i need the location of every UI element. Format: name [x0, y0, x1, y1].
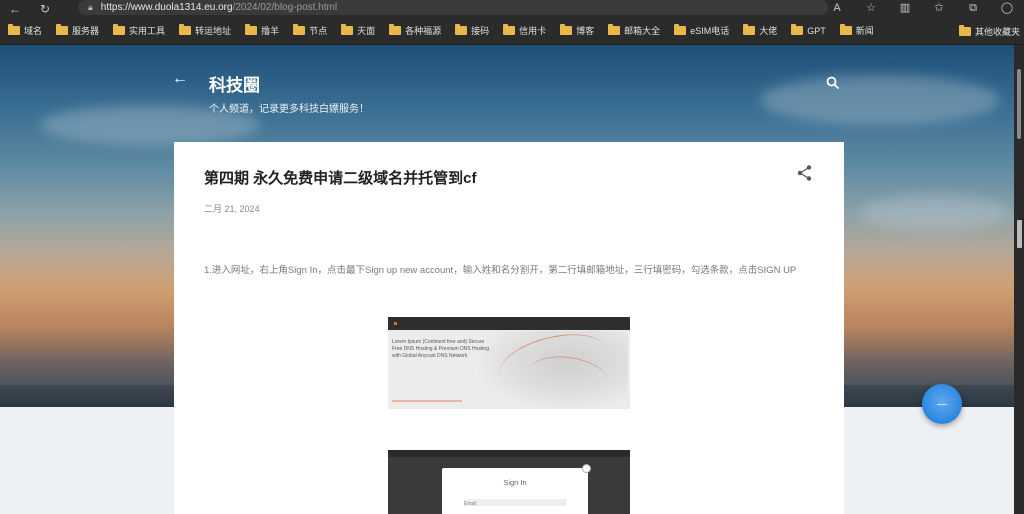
share-icon[interactable] — [796, 164, 814, 182]
screenshot-header — [388, 317, 630, 330]
url-path: /2024/02/blog-post.html — [232, 2, 338, 13]
blog-description: 个人频道，记录更多科技白嫖服务！ — [209, 104, 369, 115]
email-field — [464, 499, 566, 506]
other-bookmarks[interactable]: 其他收藏夹 — [952, 17, 1020, 44]
bookmark-folder[interactable]: 信用卡 — [503, 24, 546, 37]
read-aloud-icon[interactable]: A — [820, 0, 854, 17]
screenshot-divider — [392, 400, 462, 402]
page-viewport: ← 科技圈 个人频道，记录更多科技白嫖服务！ 第四期 永久免费申请二级域名并托管… — [0, 45, 1014, 514]
folder-icon — [56, 24, 69, 35]
floating-action-button[interactable] — [922, 384, 962, 424]
folder-icon — [743, 24, 756, 35]
bookmark-folder[interactable]: 转运地址 — [179, 24, 231, 37]
search-icon[interactable] — [826, 76, 840, 90]
folder-icon — [791, 24, 804, 35]
post-screenshot-2[interactable]: Sign In Email — [388, 450, 630, 514]
screenshot-text: Lorem Ipsum (Continent free and) Secure … — [392, 339, 489, 359]
folder-icon — [179, 24, 192, 35]
back-arrow-icon[interactable]: ← — [172, 71, 188, 87]
folder-icon — [674, 24, 687, 35]
folder-icon — [389, 24, 402, 35]
fab-icon — [937, 404, 947, 405]
split-screen-icon[interactable]: ▥ — [888, 0, 922, 17]
back-arrow-icon[interactable]: ← — [0, 0, 30, 17]
bookmark-folder[interactable]: 实用工具 — [113, 24, 165, 37]
sign-in-title: Sign In — [503, 478, 527, 487]
close-icon — [582, 464, 591, 473]
bookmark-folder[interactable]: 服务器 — [56, 24, 99, 37]
refresh-icon[interactable]: ↻ — [30, 0, 60, 17]
post-screenshot-1[interactable]: Lorem Ipsum (Continent free and) Secure … — [388, 317, 630, 409]
bookmark-folder[interactable]: 接码 — [455, 24, 489, 37]
bookmark-folder[interactable]: 邮箱大全 — [608, 24, 660, 37]
bookmark-folder[interactable]: 新闻 — [839, 24, 874, 37]
folder-icon — [958, 24, 971, 36]
bookmark-folder[interactable]: 撸羊 — [245, 24, 279, 37]
blog-title[interactable]: 科技圈 — [209, 71, 260, 96]
screenshot-logo-mark — [394, 322, 397, 325]
lock-icon: 🔒︎ — [88, 2, 93, 12]
browser-toolbar: ← ↻ 🔒︎ https://www.duola1314.eu.org /202… — [0, 0, 1024, 17]
folder-icon — [293, 24, 306, 35]
sign-in-modal: Sign In Email — [442, 464, 591, 514]
bookmark-folder[interactable]: 域名 — [8, 24, 42, 37]
folder-icon — [341, 24, 354, 35]
post-card: 第四期 永久免费申请二级域名并托管到cf 二月 21, 2024 1.进入网址，… — [174, 142, 844, 514]
folder-icon — [113, 24, 126, 35]
folder-icon — [503, 24, 516, 35]
favorite-star-icon[interactable]: ☆ — [854, 0, 888, 17]
folder-icon — [455, 24, 468, 35]
profile-icon[interactable]: ◯ — [990, 0, 1024, 17]
collections-icon[interactable]: ⧉ — [956, 0, 990, 17]
folder-icon — [839, 24, 852, 35]
email-label: Email — [464, 501, 477, 507]
bookmark-folder[interactable]: 各种福源 — [389, 24, 441, 37]
background-cloud — [860, 195, 1010, 231]
post-title: 第四期 永久免费申请二级域名并托管到cf — [204, 170, 477, 187]
post-date: 二月 21, 2024 — [204, 204, 260, 214]
folder-icon — [608, 24, 621, 35]
bookmark-folder[interactable]: eSIM电话 — [674, 24, 729, 37]
bookmark-folder[interactable]: 大佬 — [743, 24, 777, 37]
scrollbar-thumb[interactable] — [1017, 69, 1021, 139]
background-cloud — [760, 75, 1000, 125]
url-host: https://www.duola1314.eu.org — [100, 2, 233, 13]
folder-icon — [8, 24, 20, 35]
folder-icon — [245, 24, 258, 35]
scrollbar-marker — [1017, 220, 1022, 248]
bookmark-folder[interactable]: 天面 — [341, 24, 375, 37]
folder-icon — [560, 24, 573, 35]
screenshot-header — [388, 450, 630, 457]
favorites-icon[interactable]: ✩ — [922, 0, 956, 17]
post-paragraph: 1.进入网址，右上角Sign In，点击最下Sign up new accoun… — [204, 265, 797, 276]
bookmark-folder[interactable]: 博客 — [560, 24, 594, 37]
bookmarks-bar: 域名 服务器 实用工具 转运地址 撸羊 节点 天面 各种福源 接码 信用卡 博客… — [0, 17, 1024, 45]
page-scrollbar[interactable] — [1014, 45, 1024, 514]
bookmark-folder[interactable]: 节点 — [293, 24, 327, 37]
bookmark-folder[interactable]: GPT — [791, 24, 826, 36]
address-bar[interactable]: 🔒︎ https://www.duola1314.eu.org /2024/02… — [78, 0, 828, 15]
